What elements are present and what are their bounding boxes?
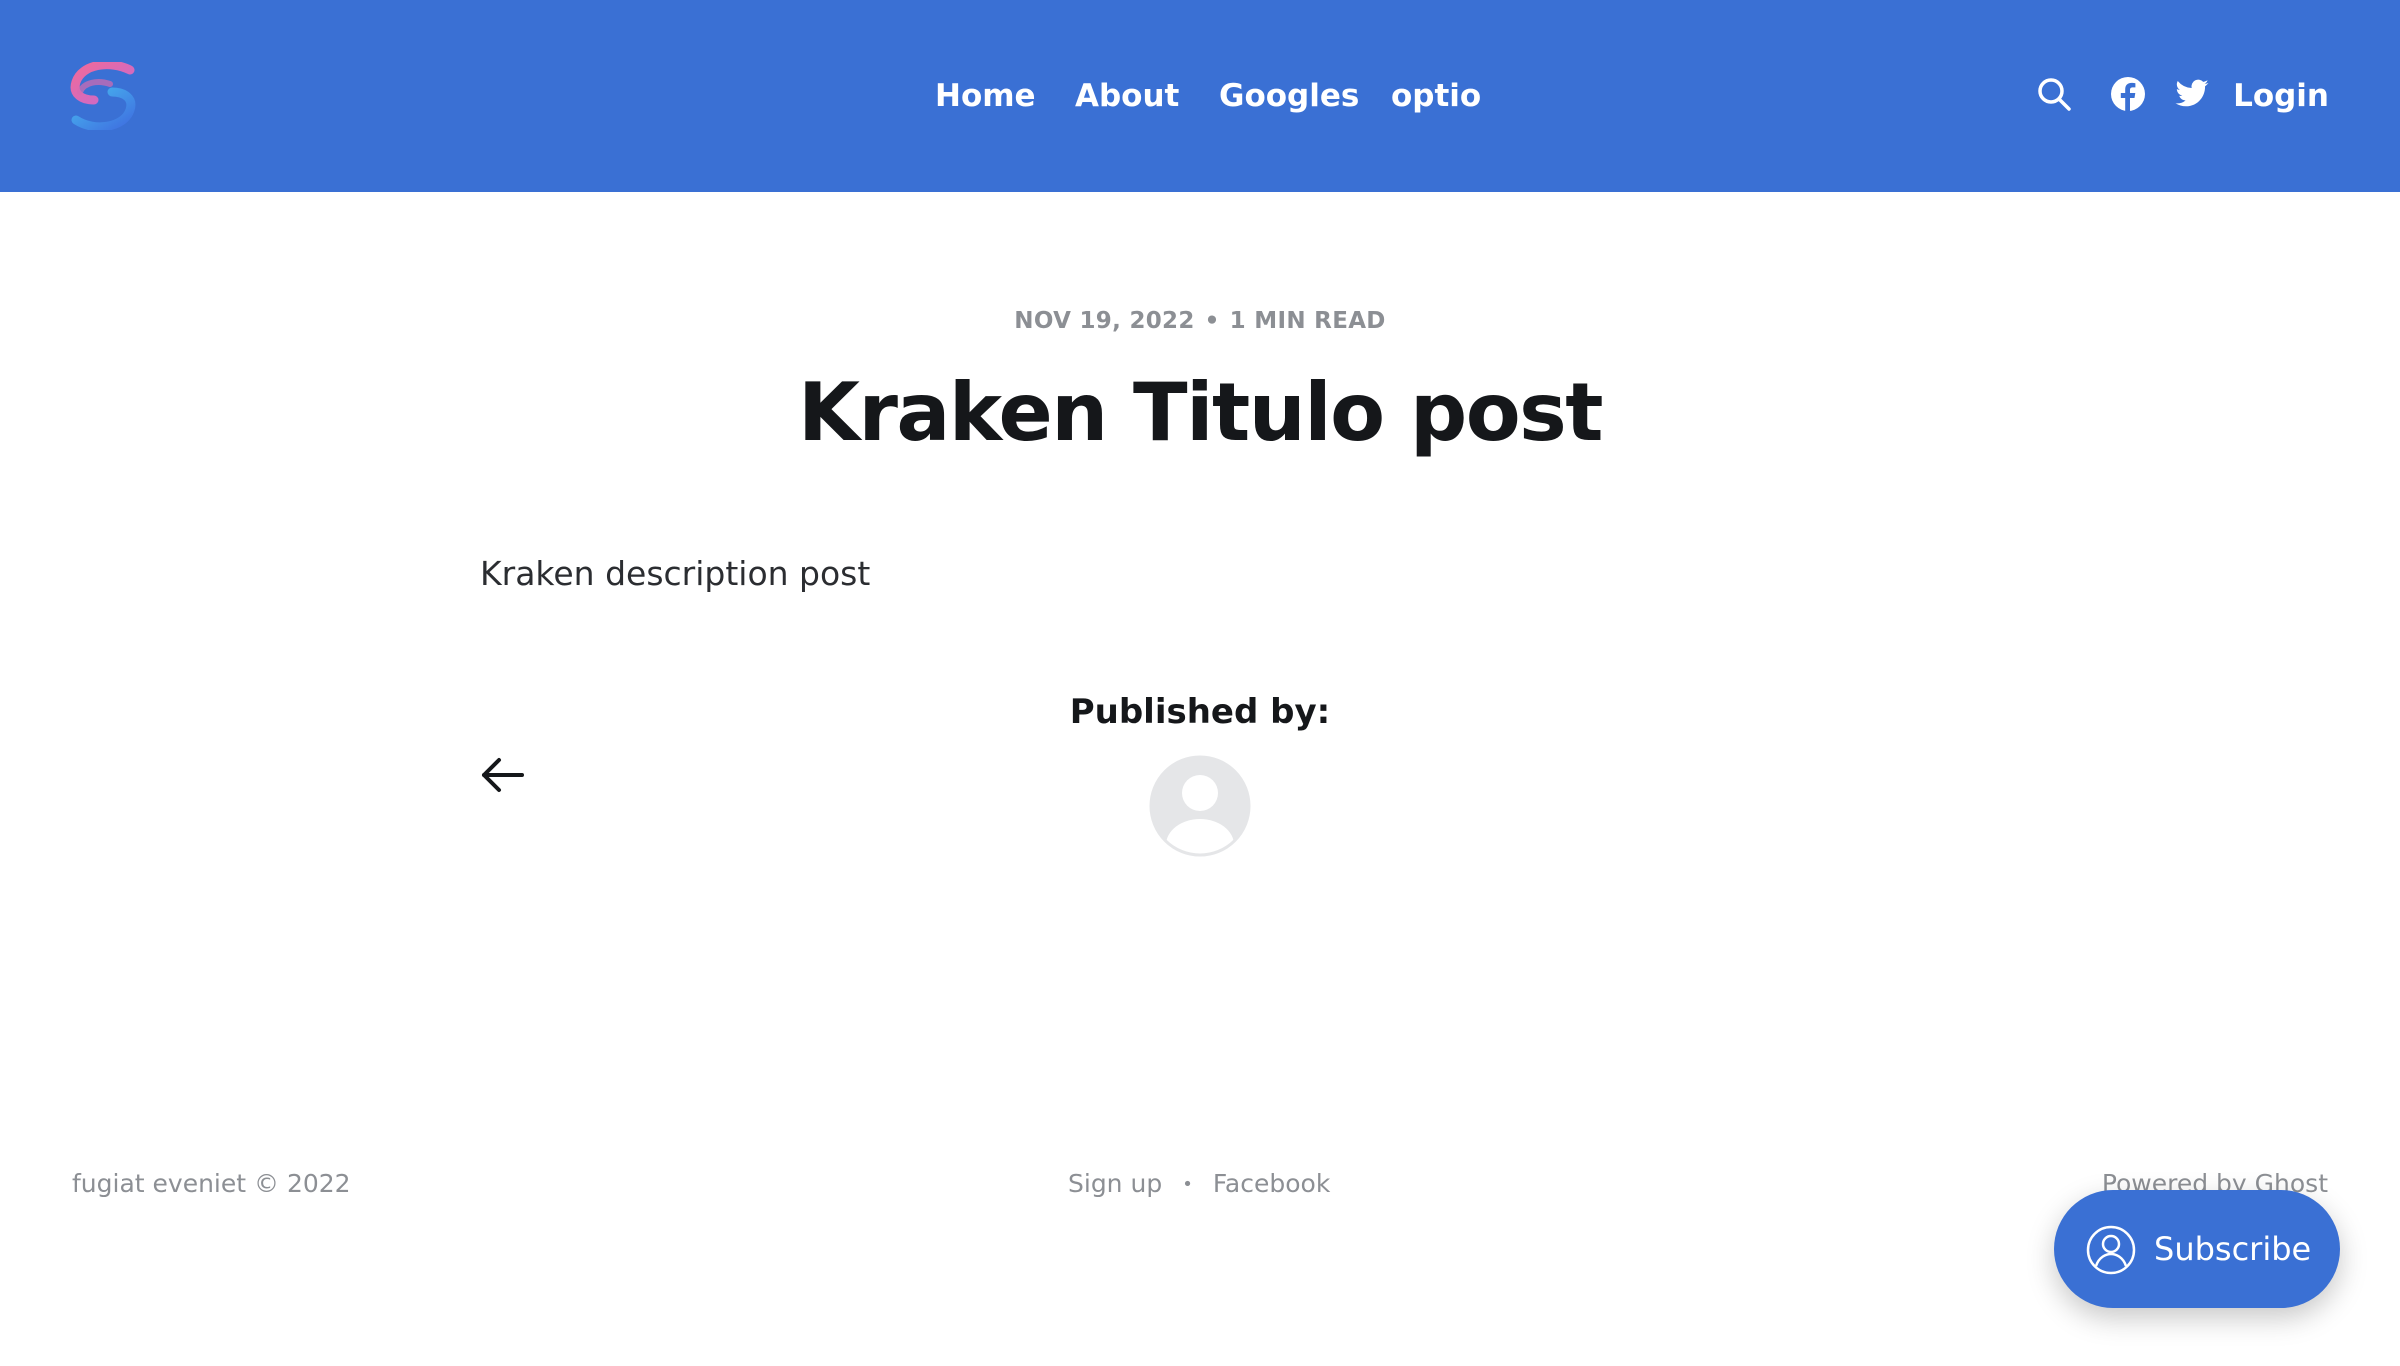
post-date: NOV 19, 2022 <box>1014 308 1195 334</box>
post-title: Kraken Titulo post <box>797 366 1604 459</box>
footer-link-facebook[interactable]: Facebook <box>1213 1169 1330 1198</box>
subscribe-label: Subscribe <box>2154 1230 2312 1268</box>
site-header: Home About Googles optio Login <box>0 0 2400 192</box>
published-by-label: Published by: <box>1069 692 1331 732</box>
nav-item-home[interactable]: Home <box>935 74 1036 118</box>
footer-link-separator: • <box>1182 1174 1193 1195</box>
arrow-left-icon[interactable] <box>480 752 526 798</box>
subscribe-button[interactable]: Subscribe <box>2054 1190 2340 1308</box>
post-meta: NOV 19, 2022 • 1 MIN READ <box>0 304 2400 338</box>
nav-item-about[interactable]: About <box>1075 74 1179 118</box>
meta-separator: • <box>1204 308 1220 334</box>
post-description: Kraken description post <box>480 554 871 593</box>
nav-item-optio[interactable]: optio <box>1391 74 1481 118</box>
footer-link-signup[interactable]: Sign up <box>1068 1169 1162 1198</box>
footer-copyright: fugiat eveniet © 2022 <box>72 1169 351 1198</box>
facebook-icon[interactable] <box>2110 76 2146 112</box>
footer-links: Sign up • Facebook <box>1068 1166 1330 1203</box>
nav-item-googles[interactable]: Googles <box>1219 74 1359 118</box>
user-circle-icon <box>2086 1225 2136 1275</box>
twitter-icon[interactable] <box>2174 76 2210 112</box>
login-link[interactable]: Login <box>2233 74 2329 118</box>
default-avatar-icon[interactable] <box>1149 755 1251 857</box>
post-read-time: 1 MIN READ <box>1229 308 1386 334</box>
search-icon[interactable] <box>2036 76 2072 112</box>
